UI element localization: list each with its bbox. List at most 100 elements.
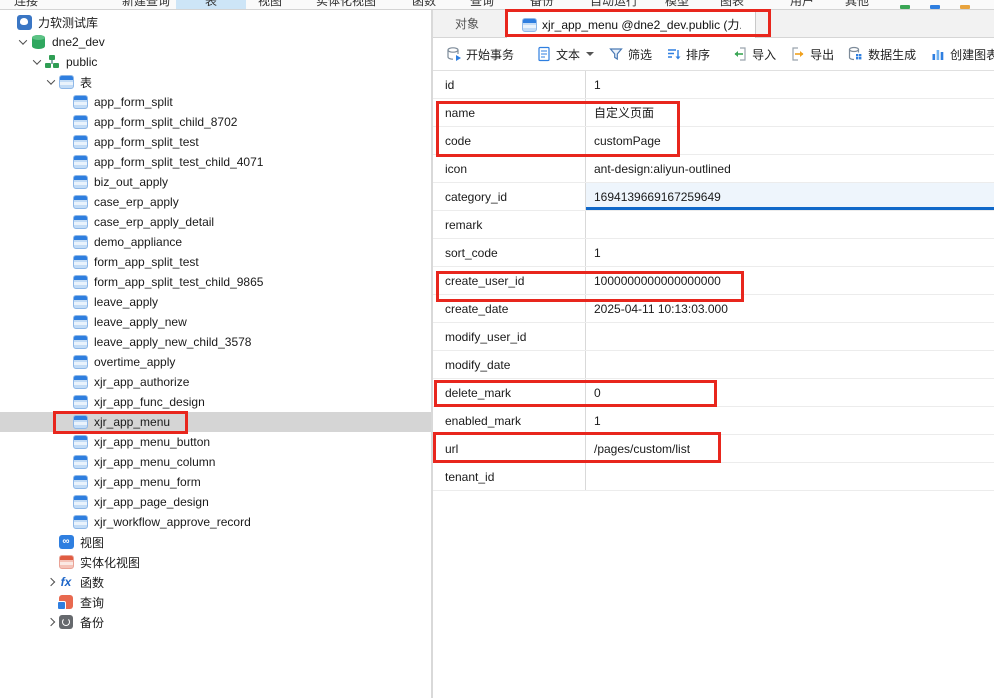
top-toolbar-item[interactable]: 图表 — [720, 0, 744, 9]
top-toolbar-item[interactable]: 函数 — [412, 0, 436, 9]
tree-indent — [58, 495, 72, 509]
field-value-url[interactable]: /pages/custom/list — [585, 435, 994, 462]
field-label-remark: remark — [433, 211, 585, 238]
tab-objects[interactable]: 对象 — [441, 10, 493, 37]
chevron-down-icon[interactable] — [16, 35, 30, 49]
tree-item-app_form_split[interactable]: app_form_split — [0, 92, 431, 112]
tree-item--[interactable]: 表 — [0, 72, 431, 92]
field-value-delete_mark[interactable]: 0 — [585, 379, 994, 406]
top-toolbar-item[interactable]: 模型 — [665, 0, 689, 9]
sort-button[interactable]: 排序 — [659, 41, 717, 67]
top-toolbar-item[interactable]: 视图 — [258, 0, 282, 9]
chevron-down-icon[interactable] — [586, 52, 594, 56]
table-icon — [72, 234, 88, 250]
tree-indent — [58, 455, 72, 469]
tree-item-xjr_app_func_design[interactable]: xjr_app_func_design — [0, 392, 431, 412]
tree-item-label: app_form_split — [94, 95, 173, 109]
field-value-enabled_mark[interactable]: 1 — [585, 407, 994, 434]
tree-item-label: 函数 — [80, 574, 104, 591]
main-panel: 对象 xjr_app_menu @dne2_dev.public (力... 开… — [433, 10, 994, 698]
field-row-modify_date: modify_date — [433, 351, 994, 379]
create-chart-button[interactable]: 创建图表 — [923, 41, 994, 67]
field-value-create_user_id[interactable]: 1000000000000000000 — [585, 267, 994, 294]
table-red-icon — [58, 554, 74, 570]
tree-item-xjr_app_menu_button[interactable]: xjr_app_menu_button — [0, 432, 431, 452]
tree-item-case_erp_apply_detail[interactable]: case_erp_apply_detail — [0, 212, 431, 232]
tree-indent — [58, 395, 72, 409]
tree-item-app_form_split_child_8702[interactable]: app_form_split_child_8702 — [0, 112, 431, 132]
chevron-right-icon[interactable] — [44, 575, 58, 589]
import-button[interactable]: 导入 — [725, 41, 783, 67]
top-toolbar-item[interactable]: 连接 — [14, 0, 38, 9]
backup-icon — [58, 614, 74, 630]
top-toolbar-item[interactable]: 自动运行 — [590, 0, 638, 9]
tree-item--[interactable]: ∞视图 — [0, 532, 431, 552]
top-toolbar-item[interactable]: 其他 — [845, 0, 869, 9]
top-toolbar-item[interactable]: 实体化视图 — [316, 0, 376, 9]
field-row-code: codecustomPage — [433, 127, 994, 155]
field-row-icon: iconant-design:aliyun-outlined — [433, 155, 994, 183]
field-value-icon[interactable]: ant-design:aliyun-outlined — [585, 155, 994, 182]
import-icon — [732, 46, 748, 62]
tab-table-data[interactable]: xjr_app_menu @dne2_dev.public (力... — [506, 10, 756, 38]
tree-item-xjr_app_menu_column[interactable]: xjr_app_menu_column — [0, 452, 431, 472]
tree-item--[interactable]: fx函数 — [0, 572, 431, 592]
toolbar-button-label: 开始事务 — [466, 46, 514, 63]
chevron-right-icon[interactable] — [44, 615, 58, 629]
tree-item-form_app_split_test[interactable]: form_app_split_test — [0, 252, 431, 272]
tree-item-biz_out_apply[interactable]: biz_out_apply — [0, 172, 431, 192]
field-value-name[interactable]: 自定义页面 — [585, 99, 994, 126]
field-value-category_id[interactable]: 1694139669167259649 — [585, 183, 994, 210]
sort-icon — [666, 46, 682, 62]
top-toolbar-item[interactable]: 备份 — [530, 0, 554, 9]
tree-item-label: form_app_split_test — [94, 255, 199, 269]
data-generate-button[interactable]: 数据生成 — [841, 41, 923, 67]
tree-item--[interactable]: 实体化视图 — [0, 552, 431, 572]
tree-item-xjr_app_menu[interactable]: xjr_app_menu — [0, 412, 431, 432]
field-value-remark[interactable] — [585, 211, 994, 238]
tree-item-label: app_form_split_child_8702 — [94, 115, 237, 129]
field-value-tenant_id[interactable] — [585, 463, 994, 490]
tree-item-xjr_app_authorize[interactable]: xjr_app_authorize — [0, 372, 431, 392]
tree-item-xjr_app_page_design[interactable]: xjr_app_page_design — [0, 492, 431, 512]
export-icon — [790, 46, 806, 62]
tree-item--[interactable]: 备份 — [0, 612, 431, 632]
tree-item-app_form_split_test_child_4071[interactable]: app_form_split_test_child_4071 — [0, 152, 431, 172]
chevron-down-icon[interactable] — [30, 55, 44, 69]
export-button[interactable]: 导出 — [783, 41, 841, 67]
tree-item-leave_apply[interactable]: leave_apply — [0, 292, 431, 312]
field-value-modify_date[interactable] — [585, 351, 994, 378]
field-value-code[interactable]: customPage — [585, 127, 994, 154]
field-value-sort_code[interactable]: 1 — [585, 239, 994, 266]
tree-item--[interactable]: 查询 — [0, 592, 431, 612]
top-toolbar-item[interactable]: 表 — [176, 0, 246, 10]
tree-item-leave_apply_new_child_3578[interactable]: leave_apply_new_child_3578 — [0, 332, 431, 352]
tree-item-demo_appliance[interactable]: demo_appliance — [0, 232, 431, 252]
filter-button[interactable]: 筛选 — [601, 41, 659, 67]
field-value-create_date[interactable]: 2025-04-11 10:13:03.000 — [585, 295, 994, 322]
text-button[interactable]: 文本 — [529, 41, 601, 67]
tree-item-xjr_app_menu_form[interactable]: xjr_app_menu_form — [0, 472, 431, 492]
tree-item--[interactable]: 力软测试库 — [0, 12, 431, 32]
tree-item-dne2_dev[interactable]: dne2_dev — [0, 32, 431, 52]
tree-item-app_form_split_test[interactable]: app_form_split_test — [0, 132, 431, 152]
tree-item-public[interactable]: public — [0, 52, 431, 72]
tree-item-leave_apply_new[interactable]: leave_apply_new — [0, 312, 431, 332]
table-icon — [72, 134, 88, 150]
top-toolbar-item[interactable]: 新建查询 — [122, 0, 170, 9]
top-toolbar-item[interactable]: 查询 — [470, 0, 494, 9]
tree-item-case_erp_apply[interactable]: case_erp_apply — [0, 192, 431, 212]
tree-item-overtime_apply[interactable]: overtime_apply — [0, 352, 431, 372]
field-value-modify_user_id[interactable] — [585, 323, 994, 350]
tree-item-form_app_split_test_child_9865[interactable]: form_app_split_test_child_9865 — [0, 272, 431, 292]
table-icon — [72, 334, 88, 350]
chevron-down-icon[interactable] — [44, 75, 58, 89]
tree-indent — [58, 335, 72, 349]
db-icon — [30, 34, 46, 50]
field-label-name: name — [433, 99, 585, 126]
field-label-tenant_id: tenant_id — [433, 463, 585, 490]
tree-item-xjr_workflow_approve_record[interactable]: xjr_workflow_approve_record — [0, 512, 431, 532]
top-toolbar-item[interactable]: 用户 — [790, 0, 814, 9]
begin-transaction-button[interactable]: 开始事务 — [439, 41, 521, 67]
field-value-id[interactable]: 1 — [585, 71, 994, 98]
